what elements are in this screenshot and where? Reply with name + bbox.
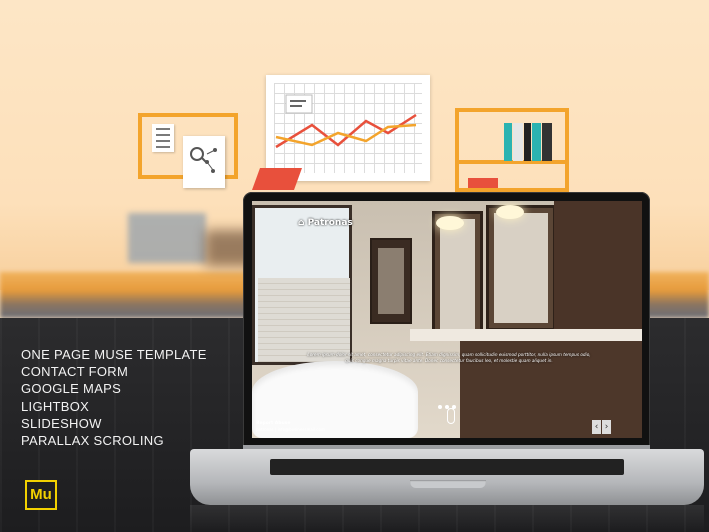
laptop-reflection: [190, 505, 704, 532]
site-logo-text: Patronas: [307, 218, 353, 228]
network-diagram-icon: [190, 147, 217, 173]
book-icon: [468, 178, 498, 188]
prev-arrow-button[interactable]: ‹: [592, 420, 601, 434]
feature-item: PARALLAX SCROLING: [21, 433, 164, 449]
next-arrow-button[interactable]: ›: [602, 420, 611, 434]
slide-caption: Lorem ipsum dolor sit amet, consectetur …: [307, 352, 591, 363]
mirror: [432, 211, 483, 337]
wall-art: [370, 238, 412, 324]
laptop-base: [190, 449, 704, 505]
laptop-keyboard: [270, 459, 624, 475]
scroll-indicator-icon: [447, 408, 455, 424]
window: [252, 205, 352, 365]
diagram-note: [183, 136, 225, 188]
blurred-monitor: [128, 213, 206, 263]
muse-logo-badge: Mu: [25, 480, 57, 510]
report-text: patronas | info@businessmail.com: [256, 427, 325, 432]
book-icon: [532, 123, 541, 161]
whiteboard-chart: [266, 75, 430, 181]
slide-arrows: ‹ ›: [592, 414, 612, 434]
feature-item: CONTACT FORM: [21, 364, 129, 380]
book-icon: [524, 123, 531, 161]
light-fixture-icon: [496, 205, 524, 219]
book-icon: [504, 123, 512, 161]
trend-lines: [275, 94, 417, 149]
book-icon: [513, 123, 523, 161]
site-logo[interactable]: ⌂ Patronas: [298, 218, 353, 228]
slide-dot[interactable]: [438, 405, 442, 409]
book-icon: [542, 123, 552, 161]
vanity-counter: [410, 329, 642, 341]
feature-item: LIGHTBOX: [21, 398, 90, 414]
feature-item: GOOGLE MAPS: [21, 381, 122, 397]
feature-item: ONE PAGE MUSE TEMPLATE: [21, 347, 207, 362]
laptop-trackpad-notch: [410, 480, 486, 488]
red-accent-shape: [251, 168, 303, 190]
pinned-note: [152, 124, 174, 152]
feature-list: ONE PAGE MUSE TEMPLATE CONTACT FORM GOOG…: [21, 346, 207, 449]
mirror: [486, 205, 556, 331]
feature-item: SLIDESHOW: [21, 415, 102, 431]
report-abuse[interactable]: Report Abuse patronas | info@businessmai…: [256, 420, 325, 433]
light-fixture-icon: [436, 216, 464, 230]
report-title: Report Abuse: [256, 421, 291, 426]
laptop-screen: ⌂ Patronas Lorem ipsum dolor sit amet, c…: [252, 201, 642, 438]
